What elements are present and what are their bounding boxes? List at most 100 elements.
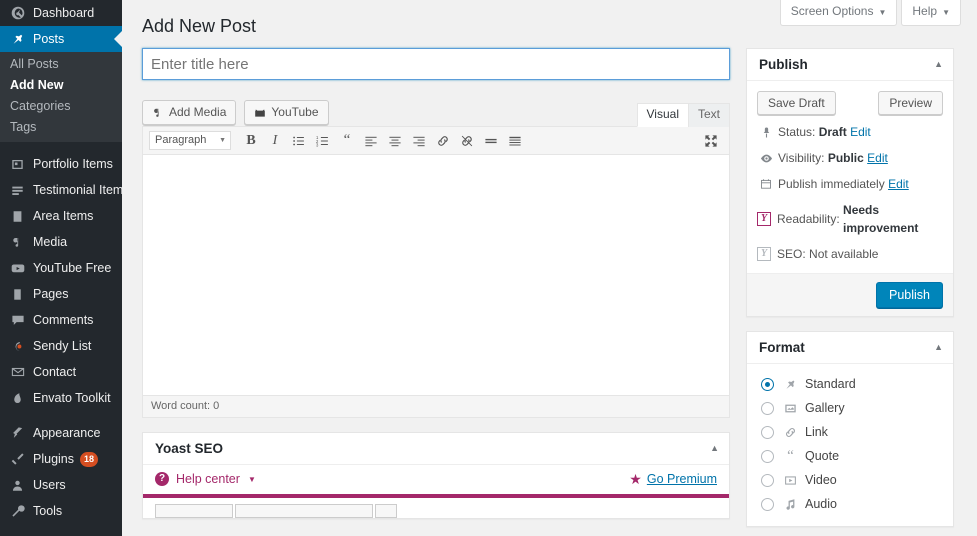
video-icon bbox=[782, 474, 799, 487]
yoast-seo-title: Yoast SEO bbox=[155, 441, 224, 456]
sidebar-item-youtube-free[interactable]: YouTube Free bbox=[0, 255, 122, 281]
brush-icon bbox=[8, 425, 27, 441]
admin-content: Screen Options ▼ Help ▼ Add New Post Ent… bbox=[122, 0, 977, 536]
format-box-title: Format bbox=[759, 340, 805, 355]
chevron-down-icon: ▼ bbox=[219, 137, 226, 144]
align-right-icon[interactable] bbox=[409, 131, 429, 151]
yoast-tab-placeholder[interactable] bbox=[375, 504, 397, 518]
format-option-audio[interactable]: Audio bbox=[759, 492, 941, 516]
format-option-video[interactable]: Video bbox=[759, 468, 941, 492]
sidebar-item-sendy-list[interactable]: Sendy List bbox=[0, 333, 122, 359]
chevron-up-icon[interactable]: ▲ bbox=[934, 60, 943, 69]
yoast-tab-placeholder[interactable] bbox=[235, 504, 373, 518]
sidebar-item-media[interactable]: Media bbox=[0, 229, 122, 255]
align-left-icon[interactable] bbox=[361, 131, 381, 151]
sidebar-item-pages[interactable]: Pages bbox=[0, 281, 122, 307]
radio-video[interactable] bbox=[761, 473, 774, 487]
sidebar-item-appearance[interactable]: Appearance bbox=[0, 420, 122, 446]
sidebar-item-posts[interactable]: Posts bbox=[0, 26, 122, 52]
submenu-item-tags[interactable]: Tags bbox=[0, 117, 122, 138]
sidebar-item-tools[interactable]: Tools bbox=[0, 498, 122, 524]
yoast-tab-strip bbox=[143, 498, 729, 518]
submenu-item-all-posts[interactable]: All Posts bbox=[0, 54, 122, 75]
distraction-free-icon[interactable] bbox=[701, 131, 721, 151]
format-box-header[interactable]: Format ▲ bbox=[747, 332, 953, 364]
bulleted-list-icon[interactable] bbox=[289, 131, 309, 151]
publish-box: Publish ▲ Save Draft Preview Status: Dra… bbox=[746, 48, 954, 317]
yoast-seo-header[interactable]: Yoast SEO ▲ bbox=[143, 433, 729, 465]
sidebar-item-label: YouTube Free bbox=[33, 261, 112, 275]
envelope-icon bbox=[8, 364, 27, 380]
sidebar-item-area-items[interactable]: Area Items bbox=[0, 203, 122, 229]
help-center-button[interactable]: ? Help center ▼ bbox=[155, 472, 256, 486]
yoast-tab-placeholder[interactable] bbox=[155, 504, 233, 518]
yoast-readability-icon: Y bbox=[757, 212, 771, 226]
word-count-status: Word count: 0 bbox=[143, 395, 729, 417]
preview-button[interactable]: Preview bbox=[878, 91, 943, 115]
radio-standard[interactable] bbox=[761, 377, 774, 391]
testimonial-icon bbox=[8, 182, 27, 198]
publish-button[interactable]: Publish bbox=[876, 282, 943, 308]
go-premium-link[interactable]: ★ Go Premium bbox=[629, 472, 717, 486]
media-icon bbox=[8, 234, 27, 250]
format-option-link[interactable]: Link bbox=[759, 420, 941, 444]
publish-box-header[interactable]: Publish ▲ bbox=[747, 49, 953, 81]
wordpress-admin: Dashboard Posts All Posts Add New Catego… bbox=[0, 0, 977, 536]
read-more-icon[interactable] bbox=[481, 131, 501, 151]
edit-status-link[interactable]: Edit bbox=[850, 123, 871, 141]
sidebar-item-portfolio-items[interactable]: Portfolio Items bbox=[0, 151, 122, 177]
save-draft-button[interactable]: Save Draft bbox=[757, 91, 836, 115]
radio-gallery[interactable] bbox=[761, 401, 774, 415]
chevron-up-icon[interactable]: ▲ bbox=[934, 343, 943, 352]
tab-visual[interactable]: Visual bbox=[636, 103, 689, 127]
sidebar-item-contact[interactable]: Contact bbox=[0, 359, 122, 385]
format-option-gallery[interactable]: Gallery bbox=[759, 396, 941, 420]
add-media-button[interactable]: Add Media bbox=[142, 100, 237, 125]
editor-content-area[interactable] bbox=[143, 155, 729, 395]
submenu-item-categories[interactable]: Categories bbox=[0, 96, 122, 117]
publish-footer: Publish bbox=[747, 273, 953, 316]
yoast-seo-box: Yoast SEO ▲ ? Help center ▼ ★ Go Premium bbox=[142, 432, 730, 519]
sidebar-item-testimonial-items[interactable]: Testimonial Items bbox=[0, 177, 122, 203]
screen-options-button[interactable]: Screen Options ▼ bbox=[779, 0, 898, 26]
align-center-icon[interactable] bbox=[385, 131, 405, 151]
side-column: Publish ▲ Save Draft Preview Status: Dra… bbox=[746, 48, 954, 536]
radio-link[interactable] bbox=[761, 425, 774, 439]
chevron-up-icon[interactable]: ▲ bbox=[710, 444, 719, 453]
radio-quote[interactable] bbox=[761, 449, 774, 463]
yoast-seo-icon: Y bbox=[757, 247, 771, 261]
seo-label: SEO: bbox=[777, 247, 806, 261]
screen-meta-links: Screen Options ▼ Help ▼ bbox=[776, 0, 961, 26]
tab-text[interactable]: Text bbox=[687, 103, 730, 127]
youtube-button[interactable]: YouTube bbox=[244, 100, 329, 125]
italic-icon[interactable]: I bbox=[265, 131, 285, 151]
submenu-item-add-new[interactable]: Add New bbox=[0, 75, 122, 96]
blockquote-icon[interactable]: “ bbox=[337, 131, 357, 151]
edit-schedule-link[interactable]: Edit bbox=[888, 175, 909, 193]
sidebar-item-plugins[interactable]: Plugins 18 bbox=[0, 446, 122, 472]
sidebar-item-envato-toolkit[interactable]: Envato Toolkit bbox=[0, 385, 122, 411]
remove-link-icon[interactable] bbox=[457, 131, 477, 151]
format-option-standard[interactable]: Standard bbox=[759, 372, 941, 396]
paragraph-format-select[interactable]: Paragraph ▼ bbox=[149, 131, 231, 150]
question-mark-icon: ? bbox=[155, 472, 169, 486]
sidebar-item-users[interactable]: Users bbox=[0, 472, 122, 498]
sidebar-item-label: Appearance bbox=[33, 426, 101, 440]
format-label: Link bbox=[805, 425, 828, 439]
sidebar-item-label: Posts bbox=[33, 32, 65, 46]
media-icon bbox=[152, 107, 164, 119]
go-premium-label[interactable]: Go Premium bbox=[647, 472, 717, 486]
help-button[interactable]: Help ▼ bbox=[901, 0, 961, 26]
bold-icon[interactable]: B bbox=[241, 131, 261, 151]
sidebar-item-dashboard[interactable]: Dashboard bbox=[0, 0, 122, 26]
sidebar-item-comments[interactable]: Comments bbox=[0, 307, 122, 333]
sidebar-item-label: Contact bbox=[33, 365, 77, 379]
toolbar-toggle-icon[interactable] bbox=[505, 131, 525, 151]
radio-audio[interactable] bbox=[761, 497, 774, 511]
format-option-quote[interactable]: “ Quote bbox=[759, 444, 941, 468]
post-visibility-label: Visibility: bbox=[778, 151, 825, 165]
edit-visibility-link[interactable]: Edit bbox=[867, 149, 888, 167]
insert-link-icon[interactable] bbox=[433, 131, 453, 151]
post-title-input[interactable] bbox=[142, 48, 730, 80]
numbered-list-icon[interactable]: 123 bbox=[313, 131, 333, 151]
